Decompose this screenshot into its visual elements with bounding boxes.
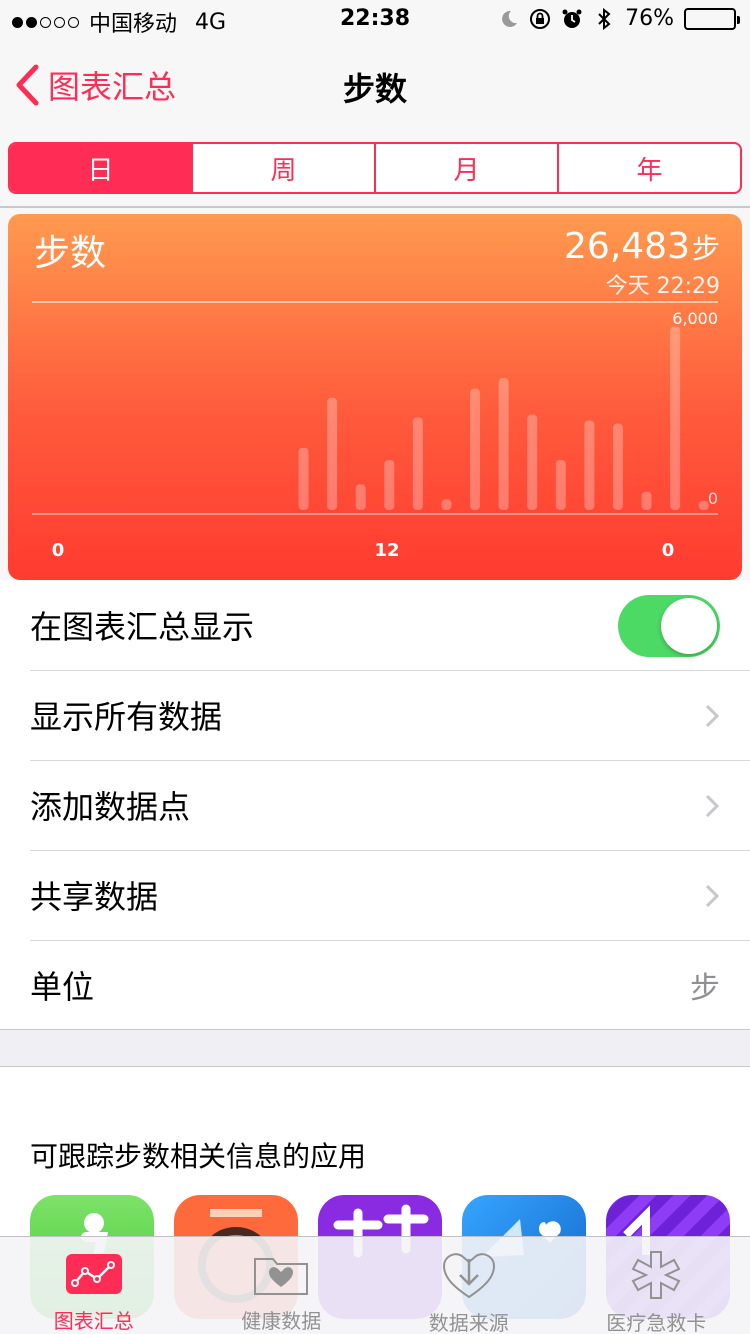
chart-bar — [441, 499, 452, 510]
unit-label: 单位 — [30, 968, 95, 1006]
options-list: 在图表汇总显示 显示所有数据 添加数据点 共享数据 单位 步 — [0, 580, 750, 1030]
x-tick-label: 12 — [374, 540, 399, 561]
add-data-point-label: 添加数据点 — [30, 788, 191, 826]
tab-health-data-label: 健康数据 — [241, 1309, 322, 1333]
show-all-data-label: 显示所有数据 — [30, 698, 223, 736]
y-tick-label: 0 — [708, 489, 718, 508]
bluetooth-icon — [598, 7, 611, 30]
chart-bar — [355, 484, 366, 510]
x-tick-label: 0 — [52, 540, 65, 561]
toggle-knob — [661, 598, 717, 654]
steps-timestamp: 今天 22:29 — [605, 274, 720, 299]
health-data-icon — [252, 1251, 310, 1297]
tab-medical-id-label: 医疗急救卡 — [606, 1311, 707, 1334]
chart-bar — [327, 397, 338, 510]
unit-value: 步 — [690, 971, 720, 1006]
segment-year[interactable]: 年 — [557, 144, 740, 192]
page-title: 步数 — [342, 70, 407, 108]
navigation-bar: 图表汇总 步数 — [0, 40, 750, 128]
chart-bar — [527, 414, 538, 510]
tab-bar: 图表汇总 健康数据 数据来源 医疗急救卡 — [0, 1236, 750, 1334]
chart-bar — [498, 378, 509, 510]
share-data-row[interactable]: 共享数据 — [0, 850, 750, 940]
show-in-dashboard-row: 在图表汇总显示 — [0, 580, 750, 670]
show-all-data-row[interactable]: 显示所有数据 — [0, 670, 750, 760]
x-tick-label: 0 — [662, 540, 675, 561]
chart-bar — [670, 326, 681, 510]
tab-dashboard-label: 图表汇总 — [53, 1309, 134, 1333]
divider — [0, 206, 750, 208]
chart-bar — [412, 417, 423, 510]
segment-month[interactable]: 月 — [374, 144, 557, 192]
y-tick-label: 6,000 — [672, 309, 718, 328]
steps-total: 26,483 步 — [564, 226, 720, 267]
rotation-lock-icon — [530, 8, 551, 29]
status-bar: 中国移动 4G 22:38 76% — [0, 0, 750, 40]
chart-bar — [470, 388, 481, 510]
card-title: 步数 — [34, 233, 107, 274]
unit-row[interactable]: 单位 步 — [0, 940, 750, 1030]
medical-id-icon — [627, 1251, 685, 1299]
add-data-point-row[interactable]: 添加数据点 — [0, 760, 750, 850]
period-segmented-control: 日 周 月 年 — [8, 142, 742, 194]
tab-medical-id[interactable]: 医疗急救卡 — [563, 1237, 750, 1334]
steps-total-unit: 步 — [691, 232, 720, 265]
steps-chart-card[interactable]: 6,000 0 0 12 0 步数 26,483 步 今天 22:29 — [8, 214, 742, 580]
segment-day[interactable]: 日 — [10, 144, 191, 192]
segment-week[interactable]: 周 — [191, 144, 374, 192]
tab-health-data[interactable]: 健康数据 — [188, 1237, 376, 1334]
chart-bar — [641, 491, 652, 510]
chart-bar — [555, 459, 566, 510]
battery-percent: 76% — [625, 6, 674, 31]
battery-icon — [684, 7, 740, 30]
chart-bar — [584, 420, 595, 510]
section-gap — [0, 1030, 750, 1066]
moon-icon — [502, 10, 518, 27]
chart-bar — [298, 447, 309, 510]
tab-sources[interactable]: 数据来源 — [375, 1237, 563, 1334]
share-data-label: 共享数据 — [30, 878, 159, 916]
chevron-right-icon — [705, 794, 720, 818]
dashboard-icon — [65, 1251, 123, 1297]
related-apps-title: 可跟踪步数相关信息的应用 — [30, 1140, 367, 1173]
tab-dashboard[interactable]: 图表汇总 — [0, 1237, 188, 1334]
sources-icon — [440, 1251, 498, 1299]
status-right: 76% — [497, 6, 740, 31]
alarm-icon — [562, 9, 582, 28]
chevron-right-icon — [705, 884, 720, 908]
chart-bar — [612, 423, 623, 510]
show-in-dashboard-toggle[interactable] — [618, 595, 720, 657]
tab-sources-label: 数据来源 — [428, 1311, 509, 1334]
show-in-dashboard-label: 在图表汇总显示 — [30, 608, 255, 646]
chart-bar — [698, 500, 709, 510]
steps-total-value: 26,483 — [564, 226, 690, 267]
chevron-right-icon — [705, 704, 720, 728]
chart-bar — [384, 459, 395, 510]
